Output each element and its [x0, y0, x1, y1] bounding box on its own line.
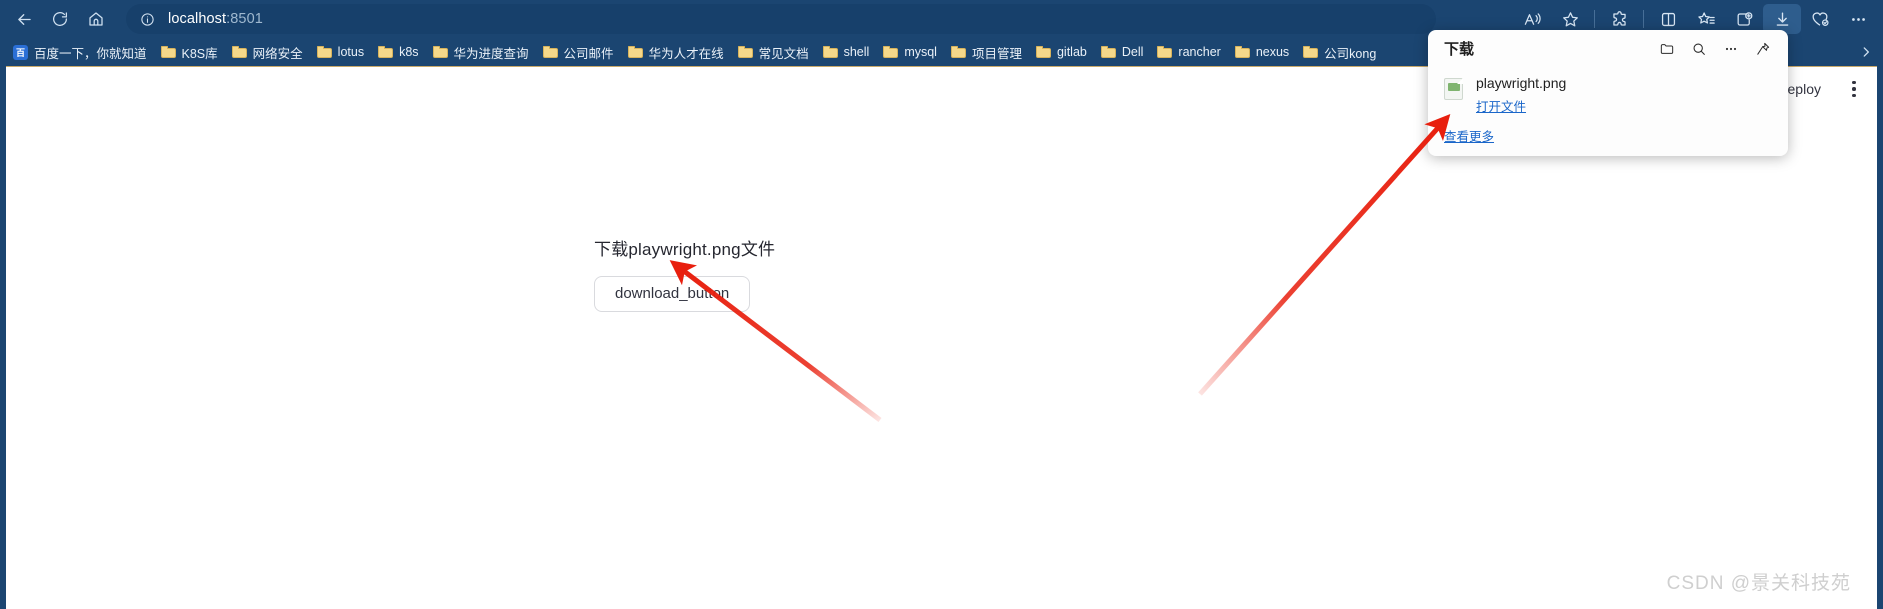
folder-icon	[432, 46, 448, 58]
downloads-flyout-actions	[1652, 35, 1778, 63]
folder-icon	[822, 46, 838, 58]
bookmark-label: lotus	[337, 45, 365, 59]
watermark: CSDN @景关科技苑	[1666, 573, 1851, 594]
folder-icon	[1035, 46, 1051, 58]
folder-icon	[950, 46, 966, 58]
bookmark-item[interactable]: 华为人才在线	[621, 41, 731, 64]
folder-icon	[1303, 46, 1319, 58]
folder-icon	[883, 46, 899, 58]
bookmark-label: shell	[843, 45, 870, 59]
address-bar[interactable]: localhost:8501	[126, 4, 1436, 34]
bookmark-label: rancher	[1178, 45, 1221, 59]
bookmark-item[interactable]: 百百度一下，你就知道	[6, 41, 154, 64]
bookmark-label: 公司邮件	[563, 46, 614, 61]
download-list-item[interactable]: playwright.png 打开文件	[1428, 71, 1788, 116]
bookmark-label: K8S库	[181, 46, 218, 61]
bookmark-item[interactable]: Dell	[1094, 43, 1151, 61]
download-button[interactable]: download_button	[594, 276, 751, 312]
bookmark-item[interactable]: 项目管理	[944, 41, 1029, 64]
bookmark-item[interactable]: mysql	[876, 43, 944, 61]
baidu-icon: 百	[13, 44, 28, 60]
bookmark-label: k8s	[399, 45, 419, 59]
folder-icon	[316, 46, 332, 58]
see-more-row: 查看更多	[1428, 116, 1788, 146]
folder-icon	[1234, 46, 1250, 58]
downloads-flyout-header: 下载	[1428, 30, 1788, 67]
info-circle-icon[interactable]	[136, 8, 158, 30]
folder-icon[interactable]	[1652, 35, 1682, 63]
download-item-meta: playwright.png 打开文件	[1476, 74, 1566, 116]
bookmark-item[interactable]: k8s	[371, 43, 425, 61]
refresh-icon[interactable]	[42, 4, 78, 34]
image-file-icon	[1444, 78, 1463, 100]
bookmark-item[interactable]: 公司kong	[1296, 41, 1383, 64]
bookmark-item[interactable]: gitlab	[1029, 43, 1094, 61]
downloads-flyout-body: playwright.png 打开文件 查看更多	[1428, 67, 1788, 156]
bookmark-label: 常见文档	[758, 46, 809, 61]
ellipsis-icon[interactable]	[1716, 35, 1746, 63]
bookmark-label: gitlab	[1056, 45, 1087, 59]
bookmark-item[interactable]: shell	[816, 43, 877, 61]
bookmarks-overflow-chevron-right-icon[interactable]	[1853, 40, 1879, 64]
folder-icon	[542, 46, 558, 58]
back-arrow-icon[interactable]	[6, 4, 42, 34]
bookmark-label: 项目管理	[971, 46, 1022, 61]
bookmark-label: Dell	[1121, 45, 1144, 59]
download-file-name: playwright.png	[1476, 75, 1567, 91]
folder-icon	[231, 46, 247, 58]
bookmark-label: 网络安全	[252, 46, 303, 61]
downloads-flyout: 下载 playwright.png 打开文件 查看更多	[1428, 30, 1788, 156]
bookmark-label: 华为人才在线	[648, 46, 724, 61]
browser-essentials-icon[interactable]	[1801, 4, 1839, 34]
bookmark-item[interactable]: 常见文档	[731, 41, 816, 64]
see-more-link[interactable]: 查看更多	[1444, 130, 1494, 144]
bookmark-label: mysql	[904, 45, 937, 59]
address-port: :8501	[226, 11, 263, 27]
bookmark-item[interactable]: nexus	[1228, 43, 1296, 61]
bookmark-label: 百度一下，你就知道	[34, 46, 147, 61]
search-icon[interactable]	[1684, 35, 1714, 63]
folder-icon	[378, 46, 394, 58]
folder-icon	[737, 46, 753, 58]
folder-icon	[1157, 46, 1173, 58]
home-icon[interactable]	[78, 4, 114, 34]
open-file-link[interactable]: 打开文件	[1476, 96, 1526, 115]
bookmark-item[interactable]: K8S库	[154, 41, 225, 64]
settings-ellipsis-icon[interactable]	[1839, 4, 1877, 34]
toolbar-separator-right	[1643, 10, 1644, 28]
folder-icon	[160, 46, 176, 58]
bookmark-label: nexus	[1255, 45, 1290, 59]
folder-icon	[627, 46, 643, 58]
bookmark-item[interactable]: 华为进度查询	[426, 41, 536, 64]
pin-icon[interactable]	[1748, 35, 1778, 63]
bookmark-item[interactable]: rancher	[1150, 43, 1227, 61]
page-title: 下载playwright.png文件	[594, 240, 776, 259]
address-host: localhost	[168, 11, 227, 27]
viewport-right-edge	[1877, 66, 1883, 609]
bookmark-item[interactable]: 公司邮件	[536, 41, 621, 64]
folder-icon	[1100, 46, 1116, 58]
toolbar-separator-left	[1594, 10, 1595, 28]
downloads-flyout-title: 下载	[1444, 41, 1475, 58]
browser-window: localhost:8501 百 百度一下，你就知道 K8S库 网络安全 lot…	[0, 0, 1883, 609]
vertical-ellipsis-icon[interactable]	[1845, 78, 1863, 100]
bookmark-item[interactable]: 网络安全	[225, 41, 310, 64]
bookmark-label: 华为进度查询	[453, 46, 529, 61]
address-text: localhost:8501	[168, 11, 263, 27]
bookmark-item[interactable]: lotus	[310, 43, 371, 61]
bookmark-label: 公司kong	[1324, 46, 1377, 61]
